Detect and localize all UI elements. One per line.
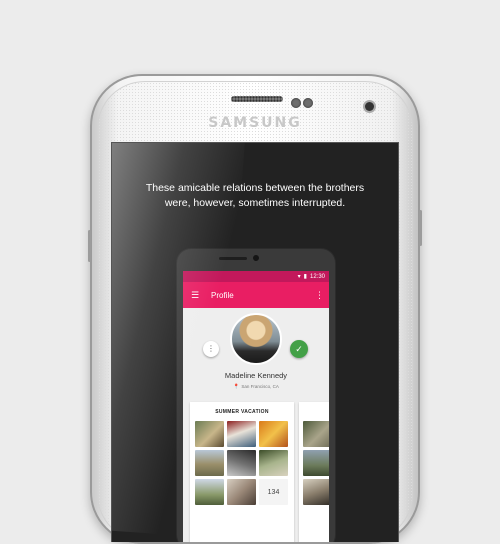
photo-thumbnail[interactable] <box>303 421 329 447</box>
profile-name: Madeline Kennedy <box>224 371 288 380</box>
status-bar: ▾ ▮ 12:30 <box>183 271 329 282</box>
more-options-icon[interactable]: ⋮ <box>315 290 324 301</box>
battery-icon: ▮ <box>303 274 307 280</box>
mockup-speaker <box>219 257 247 260</box>
more-actions-button[interactable]: ⋮ <box>203 341 219 357</box>
menu-icon[interactable]: ☰ <box>187 290 203 301</box>
photo-thumbnail[interactable] <box>195 450 224 476</box>
quote-text: These amicable relations between the bro… <box>112 181 398 211</box>
brand-logo: SAMSUNG <box>208 115 302 131</box>
mockup-camera <box>253 255 259 261</box>
app-toolbar: ☰ Profile ⋮ <box>183 282 329 308</box>
front-camera <box>365 102 374 111</box>
photo-thumbnail[interactable] <box>227 450 256 476</box>
photo-thumbnail[interactable] <box>227 421 256 447</box>
status-time: 12:30 <box>309 273 325 280</box>
photo-thumbnail[interactable] <box>259 450 288 476</box>
album-card[interactable]: SUMMER VACATION 134 <box>190 402 294 542</box>
profile-header: ⋮ ✓ Madeline Kennedy 📍 San Francisco, CA <box>183 308 329 402</box>
photo-thumbnail[interactable] <box>259 421 288 447</box>
album-title: SUMMER VACATION <box>215 409 269 415</box>
album-card[interactable] <box>299 402 329 542</box>
location-text: San Francisco, CA <box>241 384 279 389</box>
proximity-sensor <box>291 98 301 108</box>
location-pin-icon: 📍 <box>233 384 240 390</box>
more-photos-count[interactable]: 134 <box>259 479 288 505</box>
photo-thumbnail[interactable] <box>195 479 224 505</box>
quote-line-1: These amicable relations between the bro… <box>145 182 365 194</box>
photo-grid <box>303 421 329 505</box>
earpiece-speaker <box>231 96 283 102</box>
photo-grid: 134 <box>195 421 288 505</box>
photo-thumbnail[interactable] <box>303 479 329 505</box>
power-button <box>419 210 422 246</box>
photo-thumbnail[interactable] <box>227 479 256 505</box>
confirm-button[interactable]: ✓ <box>290 340 308 358</box>
profile-app: ▾ ▮ 12:30 ☰ Profile ⋮ ⋮ ✓ Madeline Kenne… <box>183 271 329 542</box>
signal-icon: ▾ <box>297 274 301 280</box>
phone-screen: These amicable relations between the bro… <box>111 142 399 542</box>
volume-button <box>88 230 91 262</box>
toolbar-title: Profile <box>211 290 234 300</box>
android-phone-mockup: ▾ ▮ 12:30 ☰ Profile ⋮ ⋮ ✓ Madeline Kenne… <box>177 249 335 542</box>
quote-line-2: were, however, sometimes interrupted. <box>164 197 346 209</box>
avatar <box>230 313 282 365</box>
profile-location: 📍 San Francisco, CA <box>183 384 329 390</box>
light-sensor <box>303 98 313 108</box>
photo-thumbnail[interactable] <box>303 450 329 476</box>
photo-thumbnail[interactable] <box>195 421 224 447</box>
samsung-phone: SAMSUNG These amicable relations between… <box>90 74 420 544</box>
